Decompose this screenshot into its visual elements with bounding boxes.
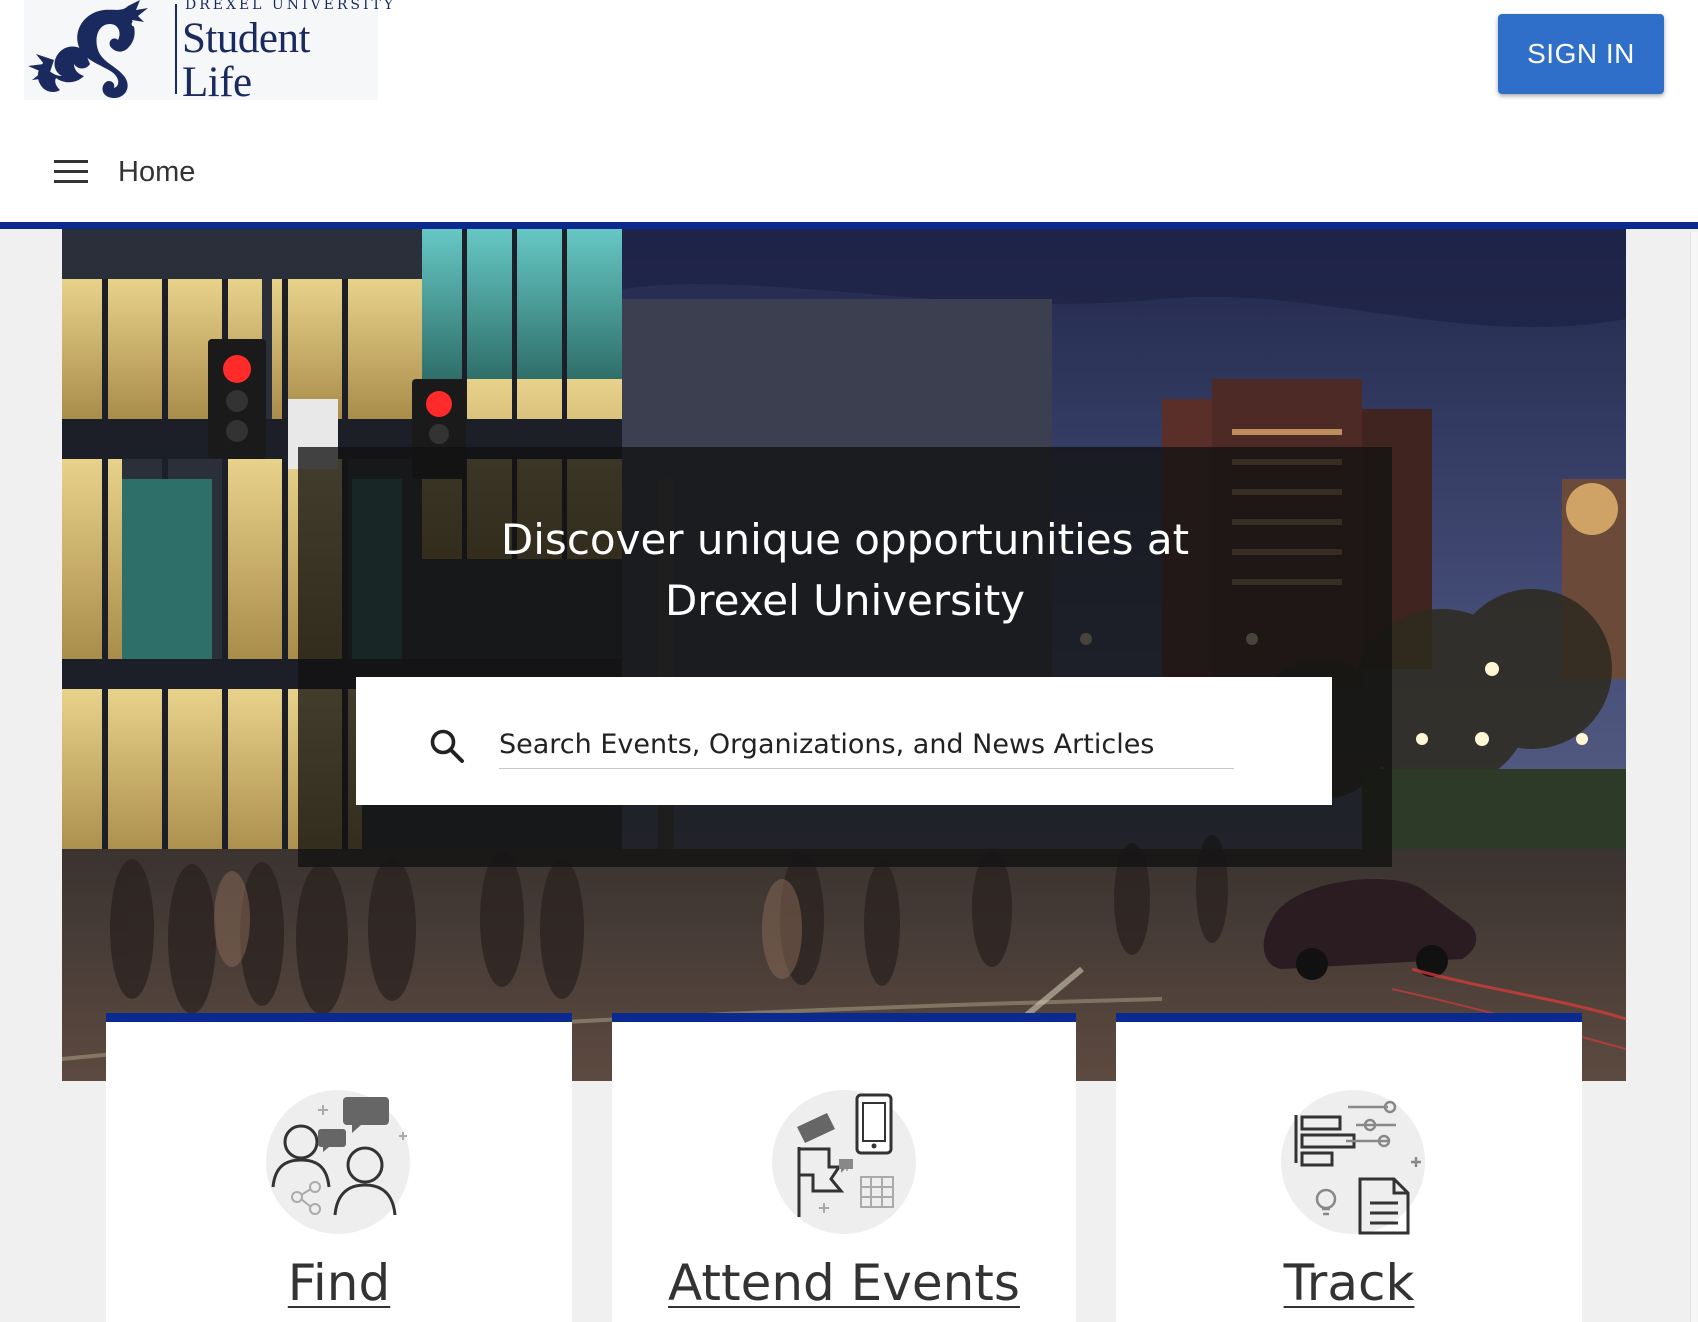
- hero-headline-line1: Discover unique opportunities at: [500, 515, 1190, 564]
- logo-divider: [175, 4, 177, 94]
- hamburger-menu-icon[interactable]: [50, 160, 94, 184]
- primary-nav: Home: [0, 120, 1698, 222]
- card-find-title[interactable]: Find: [106, 1254, 572, 1312]
- nav-accent-bar: [0, 222, 1698, 229]
- events-tickets-icon: [772, 1090, 916, 1234]
- dragon-logo-icon: [28, 0, 148, 98]
- hero-headline: Discover unique opportunities at Drexel …: [298, 509, 1392, 631]
- nav-home-link[interactable]: Home: [118, 156, 195, 189]
- hero-headline-line2: Drexel University: [664, 576, 1026, 625]
- logo-title-line1: Student: [182, 15, 310, 62]
- track-documents-icon: [1281, 1090, 1425, 1235]
- student-life-logo[interactable]: DREXEL UNIVERSITY Student Life: [24, 0, 393, 104]
- site-header: DREXEL UNIVERSITY Student Life SIGN IN: [0, 0, 1698, 120]
- sign-in-button[interactable]: SIGN IN: [1498, 14, 1664, 94]
- page-scrollbar[interactable]: [1690, 232, 1698, 1322]
- logo-title-line2: Life: [182, 59, 252, 106]
- search-box: [356, 677, 1332, 805]
- card-find[interactable]: Find: [106, 1013, 572, 1322]
- people-chat-icon: [266, 1090, 410, 1234]
- card-attend-events-title[interactable]: Attend Events: [612, 1254, 1076, 1312]
- search-input[interactable]: [499, 721, 1234, 769]
- card-track[interactable]: Track: [1116, 1013, 1582, 1322]
- card-attend-events[interactable]: Attend Events: [612, 1013, 1076, 1322]
- card-track-title[interactable]: Track: [1116, 1254, 1582, 1312]
- search-icon[interactable]: [428, 727, 466, 765]
- logo-university-text: DREXEL UNIVERSITY: [185, 0, 397, 13]
